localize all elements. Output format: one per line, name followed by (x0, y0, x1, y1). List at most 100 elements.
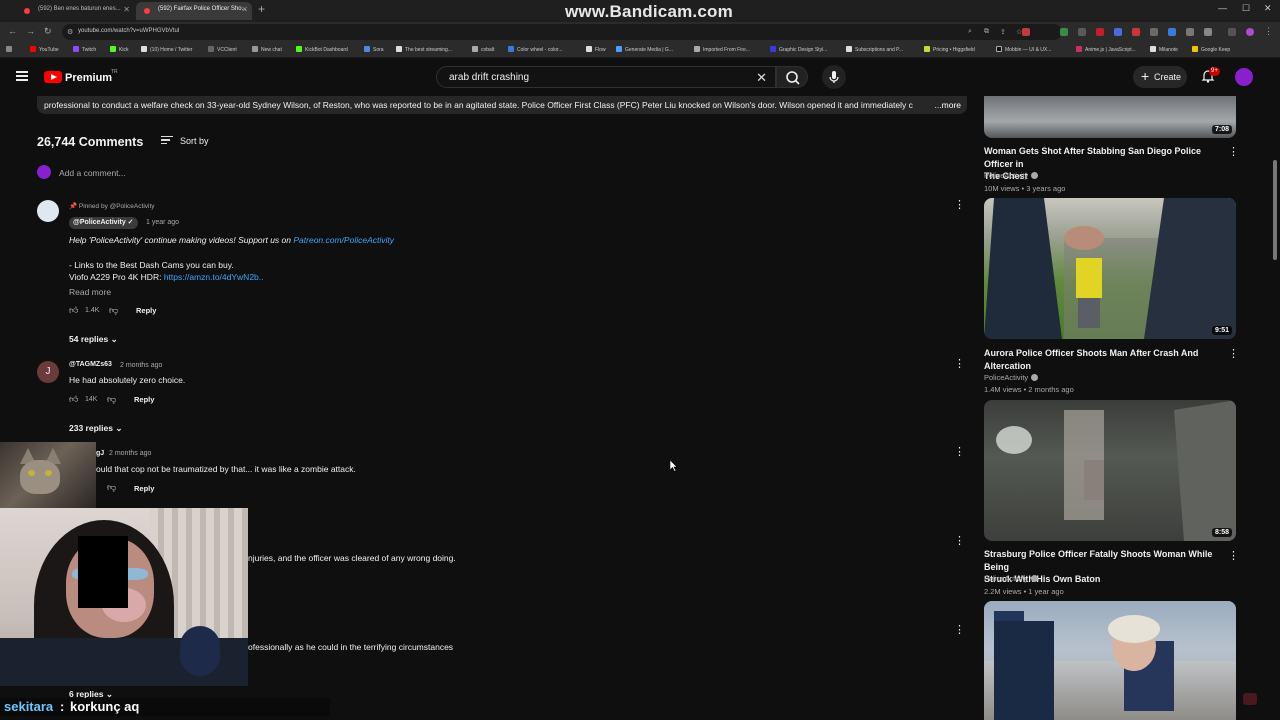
share-icon[interactable]: ⇪ (1000, 28, 1006, 36)
close-window-icon[interactable]: ✕ (1264, 3, 1272, 14)
video-thumbnail[interactable] (984, 601, 1236, 720)
video-thumbnail[interactable]: 9:51 (984, 198, 1236, 339)
youtube-logo[interactable] (44, 71, 62, 83)
scrollbar-thumb[interactable] (1273, 160, 1277, 260)
view-replies-button[interactable]: 54 replies ⌄ (69, 334, 118, 345)
video-description[interactable]: professional to conduct a welfare check … (37, 96, 967, 114)
minimize-icon[interactable]: — (1218, 3, 1227, 13)
dislike-icon[interactable]: 👎︎ (107, 394, 116, 405)
video-thumbnail[interactable]: 8:58 (984, 400, 1236, 541)
floating-action-icon[interactable] (1243, 693, 1257, 705)
commenter-avatar[interactable] (37, 200, 59, 222)
comment-time[interactable]: 1 year ago (146, 219, 179, 226)
extension-icon[interactable] (1186, 28, 1194, 36)
bookmark-item[interactable]: Color wheel - color... (508, 46, 563, 53)
extension-icon[interactable] (1132, 28, 1140, 36)
clear-search-icon[interactable]: ✕ (756, 70, 767, 86)
comment-link[interactable]: https://amzn.to/4dYwN2b.. (164, 272, 264, 282)
bookmark-item[interactable]: New chat (252, 46, 282, 53)
add-comment-input[interactable]: Add a comment... (59, 168, 126, 178)
reload-icon[interactable]: ↻ (44, 26, 52, 37)
search-icon[interactable]: ⌕ (968, 28, 972, 36)
like-icon[interactable]: 👍︎ (69, 394, 78, 405)
site-info-icon[interactable]: ⚙ (67, 28, 73, 36)
extension-icon[interactable] (1168, 28, 1176, 36)
reply-button[interactable]: Reply (134, 395, 154, 404)
sidebar-toggle-icon[interactable] (1228, 28, 1236, 36)
profile-avatar[interactable] (1246, 28, 1254, 36)
forward-icon[interactable]: → (26, 26, 35, 36)
dislike-icon[interactable]: 👎︎ (109, 305, 118, 316)
bookmark-item[interactable]: Flow (586, 46, 606, 53)
bookmark-item[interactable]: Pricing • Higgsfield (924, 46, 975, 53)
comment-more-icon[interactable]: ⋮ (954, 200, 965, 211)
tab-close-icon[interactable]: ✕ (123, 5, 130, 14)
bookmark-item[interactable]: Sora (364, 46, 384, 53)
bookmark-folder[interactable]: Imported From Fire... (694, 46, 750, 53)
puzzle-icon[interactable] (1204, 28, 1212, 36)
bookmark-item[interactable]: KickBot Dashboard (296, 46, 348, 53)
bookmark-item[interactable]: Mobbin — UI & UX... (996, 46, 1051, 53)
bookmark-item[interactable]: VCClient (208, 46, 237, 53)
sort-icon[interactable] (161, 136, 173, 145)
bookmark-item[interactable]: Google Keep (1192, 46, 1230, 53)
description-more-link[interactable]: ...more (935, 100, 961, 110)
sort-by-button[interactable]: Sort by (180, 136, 209, 146)
apps-icon[interactable] (6, 46, 15, 53)
bookmark-item[interactable]: Generate Media | G... (616, 46, 673, 53)
bookmark-item[interactable]: Anime.js | JavaScript... (1076, 46, 1136, 53)
dislike-icon[interactable]: 👎︎ (107, 482, 116, 493)
tab-close-icon[interactable]: ✕ (241, 5, 248, 14)
browser-menu-icon[interactable]: ⋮ (1264, 26, 1273, 37)
comment-time[interactable]: 2 months ago (109, 450, 151, 457)
extension-icon[interactable] (1060, 28, 1068, 36)
comment-author[interactable]: @TAGMZs63 (69, 361, 112, 368)
back-icon[interactable]: ← (8, 26, 17, 36)
comment-more-icon[interactable]: ⋮ (954, 536, 965, 547)
read-more-link[interactable]: Read more (69, 287, 111, 297)
bookmark-item[interactable]: Subscriptions and P... (846, 46, 903, 53)
browser-tab[interactable]: (592) Ben enes baturun enes... ✕ (16, 2, 134, 20)
hamburger-menu-icon[interactable] (16, 71, 28, 81)
bookmark-item[interactable]: YouTube (30, 46, 59, 53)
bookmark-item[interactable]: (10) Home / Twitter (141, 46, 192, 53)
bookmark-item[interactable]: Kick (110, 46, 128, 53)
search-input[interactable]: arab drift crashing ✕ (436, 66, 776, 88)
reply-button[interactable]: Reply (136, 306, 156, 315)
comment-author[interactable]: gJ (96, 450, 104, 457)
channel-name[interactable]: PoliceActivity (984, 574, 1039, 583)
video-more-icon[interactable]: ⋮ (1228, 551, 1239, 562)
search-button[interactable] (776, 66, 808, 88)
channel-name[interactable]: PoliceActivity (984, 373, 1039, 382)
browser-tab-active[interactable]: (592) Fairfax Police Officer Sho... ✕ (136, 2, 252, 20)
new-tab-icon[interactable]: + (258, 2, 265, 16)
comment-more-icon[interactable]: ⋮ (954, 359, 965, 370)
bookmark-item[interactable]: Graphic Design Styl... (770, 46, 827, 53)
bookmark-item[interactable]: cobalt (472, 46, 494, 53)
view-replies-button[interactable]: 233 replies ⌄ (69, 423, 122, 434)
comment-author-chip[interactable]: @PoliceActivity ✓ (69, 217, 138, 229)
reply-button[interactable]: Reply (134, 484, 154, 493)
bookmark-item[interactable]: The best streaming... (396, 46, 452, 53)
voice-search-button[interactable] (822, 65, 846, 89)
extension-icon[interactable] (1114, 28, 1122, 36)
comment-link[interactable]: Patreon.com/PoliceActivity (293, 235, 394, 245)
video-thumbnail[interactable]: 7:08 (984, 96, 1236, 138)
video-more-icon[interactable]: ⋮ (1228, 147, 1239, 158)
extension-icon[interactable] (1150, 28, 1158, 36)
comment-time[interactable]: 2 months ago (120, 362, 162, 369)
channel-name[interactable]: PoliceActivity (984, 171, 1039, 180)
extension-icon[interactable] (1022, 28, 1030, 36)
commenter-avatar[interactable]: J (37, 361, 59, 383)
extension-icon[interactable] (1096, 28, 1104, 36)
url-field[interactable]: ⚙ youtube.com/watch?v=uWPHGVbVtuI ⌕ ⧉ ⇪ … (62, 24, 1062, 40)
video-more-icon[interactable]: ⋮ (1228, 349, 1239, 360)
account-avatar[interactable] (1235, 68, 1253, 86)
video-title[interactable]: Aurora Police Officer Shoots Man After C… (984, 347, 1224, 372)
install-icon[interactable]: ⧉ (984, 28, 989, 36)
maximize-icon[interactable]: ☐ (1242, 3, 1250, 14)
bookmark-item[interactable]: Twitch (73, 46, 96, 53)
comment-more-icon[interactable]: ⋮ (954, 447, 965, 458)
create-button[interactable]: + Create (1133, 66, 1187, 88)
bookmark-item[interactable]: Milanote (1150, 46, 1178, 53)
